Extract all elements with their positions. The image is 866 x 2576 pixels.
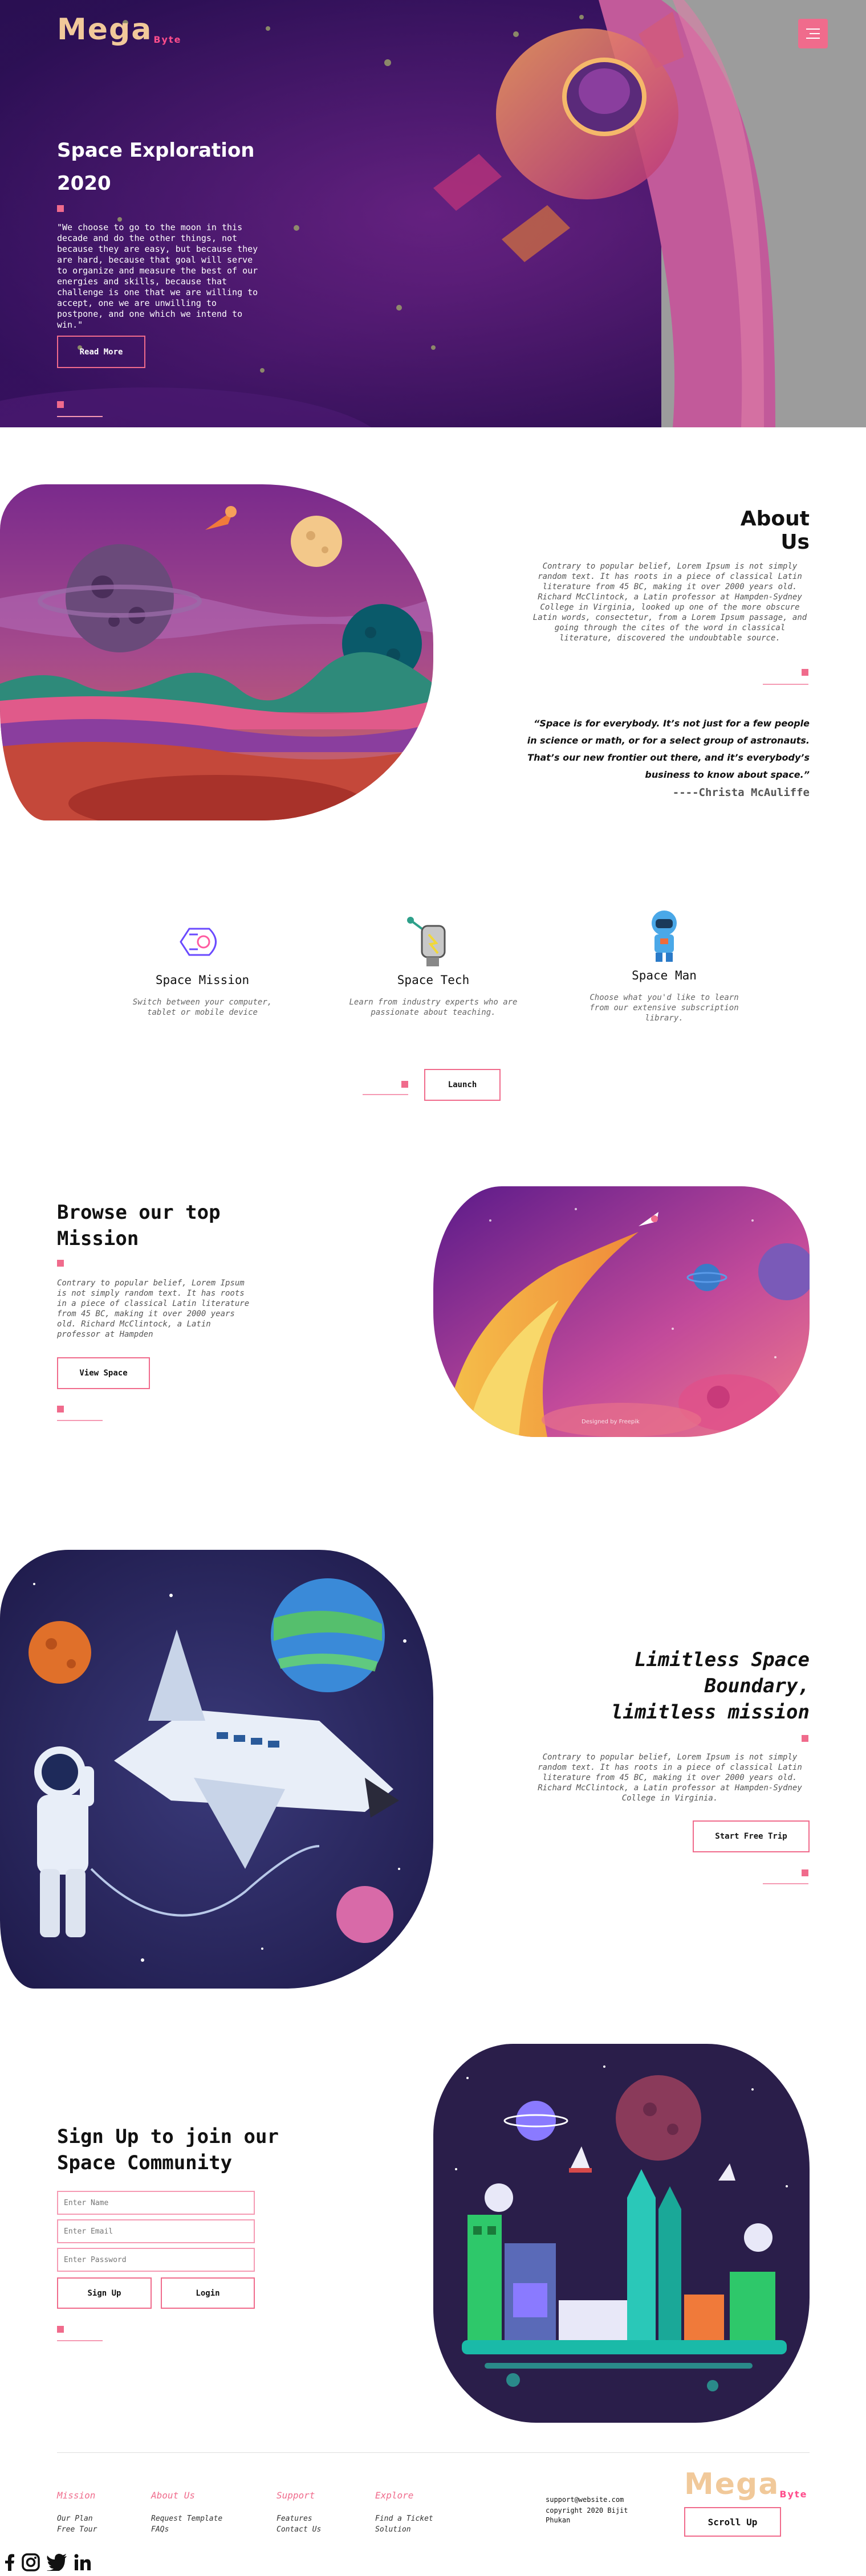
limitless-title: Limitless Space Boundary, limitless miss… xyxy=(611,1648,810,1724)
hero-title: Space Exploration 2020 xyxy=(57,139,255,195)
facebook-icon[interactable] xyxy=(5,2554,15,2571)
accent-line xyxy=(763,684,808,685)
logo[interactable]: Mega Byte xyxy=(57,13,181,47)
service-text: Learn from industry experts who are pass… xyxy=(349,998,518,1017)
launch-button[interactable]: Launch xyxy=(424,1069,501,1101)
password-field[interactable] xyxy=(57,2248,255,2272)
footer-link[interactable]: Request Template xyxy=(151,2514,222,2523)
accent-line xyxy=(57,416,103,417)
menu-icon xyxy=(806,28,820,30)
menu-button[interactable] xyxy=(798,19,828,48)
footer-logo[interactable]: MegaByte xyxy=(684,2467,807,2501)
twitter-icon[interactable] xyxy=(47,2554,67,2571)
footer-link[interactable]: Features xyxy=(277,2514,312,2523)
footer-link[interactable]: Our Plan xyxy=(57,2514,93,2523)
accent-line xyxy=(57,2340,103,2341)
login-button[interactable]: Login xyxy=(161,2277,255,2309)
about-quote-author: ----Christa McAuliffe xyxy=(672,786,810,799)
accent-square xyxy=(802,1735,808,1742)
instagram-icon[interactable] xyxy=(22,2553,40,2571)
footer-copyright: copyright 2020 Bijit Phukan xyxy=(546,2506,628,2524)
hero-quote: "We choose to go to the moon in this dec… xyxy=(57,222,258,330)
footer-link[interactable]: FAQs xyxy=(151,2525,169,2534)
linkedin-icon[interactable] xyxy=(74,2554,91,2571)
service-title: Space Mission xyxy=(155,973,250,987)
footer-link[interactable]: Solution xyxy=(375,2525,411,2534)
footer-link[interactable]: Free Tour xyxy=(57,2525,97,2534)
accent-square xyxy=(802,1869,808,1876)
limitless-text: Contrary to popular belief, Lorem Ipsum … xyxy=(538,1753,802,1803)
footer-email[interactable]: support@website.com xyxy=(546,2496,624,2504)
scroll-up-button[interactable]: Scroll Up xyxy=(684,2507,781,2537)
footer-link[interactable]: Find a Ticket xyxy=(375,2514,433,2523)
footer-heading: Explore xyxy=(375,2490,414,2501)
rocket-icon xyxy=(180,928,217,956)
space-tech-icon xyxy=(407,917,446,966)
browse-image: Designed by Freepik xyxy=(433,1186,810,1437)
service-text: Choose what you'd like to learn from our… xyxy=(589,993,739,1023)
accent-square xyxy=(57,2326,64,2333)
service-title: Space Tech xyxy=(397,973,470,987)
social-icons xyxy=(5,2553,91,2572)
name-field[interactable] xyxy=(57,2191,255,2215)
read-more-button[interactable]: Read More xyxy=(57,336,145,368)
footer-heading: About Us xyxy=(151,2490,196,2501)
image-credit: Designed by Freepik xyxy=(582,1419,640,1425)
footer-link[interactable]: Contact Us xyxy=(277,2525,321,2534)
astronaut-icon xyxy=(652,911,677,962)
accent-line xyxy=(763,1883,808,1884)
service-text: Switch between your computer, tablet or … xyxy=(132,998,273,1017)
service-title: Space Man xyxy=(632,969,697,982)
browse-text: Contrary to popular belief, Lorem Ipsum … xyxy=(57,1279,250,1339)
accent-square xyxy=(57,401,64,408)
footer-divider xyxy=(57,2452,810,2453)
about-text: Contrary to popular belief, Lorem Ipsum … xyxy=(532,562,807,643)
accent-line xyxy=(363,1094,408,1095)
footer-heading: Mission xyxy=(57,2490,96,2501)
accent-square xyxy=(401,1081,408,1088)
accent-square xyxy=(57,1406,64,1412)
sign-up-button[interactable]: Sign Up xyxy=(57,2277,152,2309)
browse-title: Browse our top Mission xyxy=(57,1201,221,1250)
accent-line xyxy=(57,1420,103,1421)
signup-image xyxy=(433,2044,810,2423)
about-quote: “Space is for everybody. It’s not just f… xyxy=(527,718,810,780)
hero-section: Mega Byte Space Exploration 2020 "We choo… xyxy=(0,0,866,427)
footer-heading: Support xyxy=(277,2490,315,2501)
limitless-image xyxy=(0,1550,433,1989)
accent-square xyxy=(57,1260,64,1267)
about-title: About Us xyxy=(740,507,810,554)
view-space-button[interactable]: View Space xyxy=(57,1357,150,1389)
signup-title: Sign Up to join our Space Community xyxy=(57,2125,279,2174)
email-field[interactable] xyxy=(57,2219,255,2243)
start-free-trip-button[interactable]: Start Free Trip xyxy=(693,1820,810,1852)
accent-square xyxy=(57,205,64,212)
accent-square xyxy=(802,669,808,676)
about-image xyxy=(0,484,433,820)
